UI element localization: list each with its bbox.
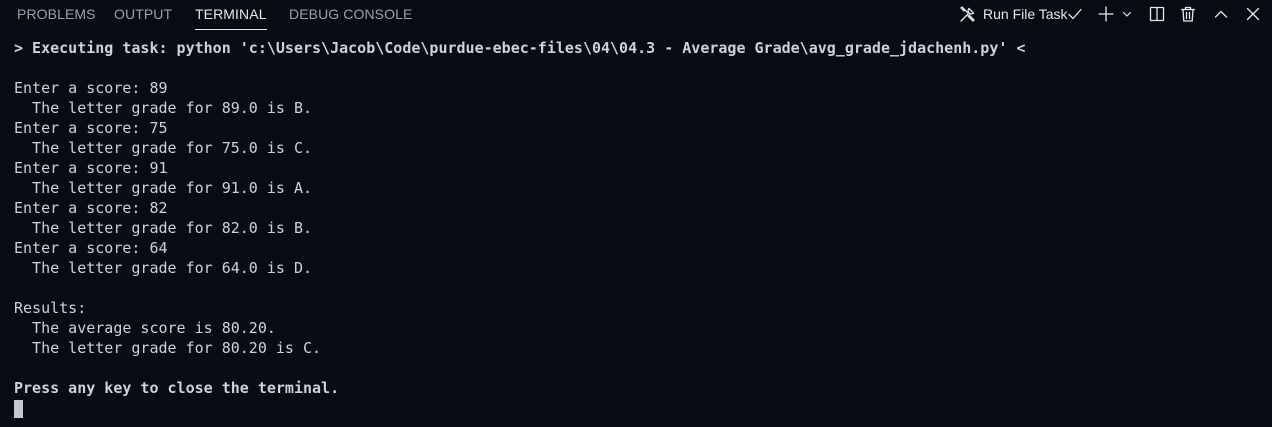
plus-icon[interactable] xyxy=(1097,4,1115,24)
terminal-line: The letter grade for 75.0 is C. xyxy=(14,139,313,157)
tab-label: TERMINAL xyxy=(195,6,267,22)
trash-icon[interactable] xyxy=(1179,4,1197,24)
terminal-line: The letter grade for 64.0 is D. xyxy=(14,259,313,277)
tab-debug-console[interactable]: DEBUG CONSOLE xyxy=(289,6,412,30)
task-command-line: > Executing task: python 'c:\Users\Jacob… xyxy=(14,39,1026,57)
terminal-line: Enter a score: 82 xyxy=(14,199,168,217)
chevron-down-icon[interactable] xyxy=(1120,4,1134,24)
panel-tab-bar: PROBLEMS OUTPUT TERMINAL DEBUG CONSOLE R… xyxy=(0,0,1272,30)
tab-label: PROBLEMS xyxy=(17,6,96,22)
terminal-panel: PROBLEMS OUTPUT TERMINAL DEBUG CONSOLE R… xyxy=(0,0,1272,427)
terminal-line: Enter a score: 75 xyxy=(14,119,168,137)
chevron-up-icon[interactable] xyxy=(1212,4,1230,24)
active-tab-indicator xyxy=(195,29,267,30)
split-icon[interactable] xyxy=(1148,4,1166,24)
tab-terminal[interactable]: TERMINAL xyxy=(195,6,267,30)
tab-problems[interactable]: PROBLEMS xyxy=(17,6,96,30)
terminal-line: Enter a score: 89 xyxy=(14,79,168,97)
terminal-line: The letter grade for 80.20 is C. xyxy=(14,339,322,357)
task-selector-label[interactable]: Run File Task xyxy=(983,6,1068,22)
close-icon[interactable] xyxy=(1244,4,1262,24)
terminal-output[interactable]: > Executing task: python 'c:\Users\Jacob… xyxy=(14,38,1264,398)
tools-icon[interactable] xyxy=(958,4,978,24)
terminal-line: The average score is 80.20. xyxy=(14,319,276,337)
terminal-line: Enter a score: 64 xyxy=(14,239,168,257)
terminal-line: The letter grade for 82.0 is B. xyxy=(14,219,313,237)
terminal-line: The letter grade for 91.0 is A. xyxy=(14,179,313,197)
terminal-line: The letter grade for 89.0 is B. xyxy=(14,99,313,117)
terminal-line: Results: xyxy=(14,299,87,317)
tab-output[interactable]: OUTPUT xyxy=(114,6,172,30)
tab-label: OUTPUT xyxy=(114,6,173,22)
terminal-line: Enter a score: 91 xyxy=(14,159,168,177)
terminal-cursor xyxy=(14,400,23,418)
tab-label: DEBUG CONSOLE xyxy=(289,6,413,22)
check-icon[interactable] xyxy=(1066,4,1084,24)
close-terminal-prompt: Press any key to close the terminal. xyxy=(14,379,340,397)
